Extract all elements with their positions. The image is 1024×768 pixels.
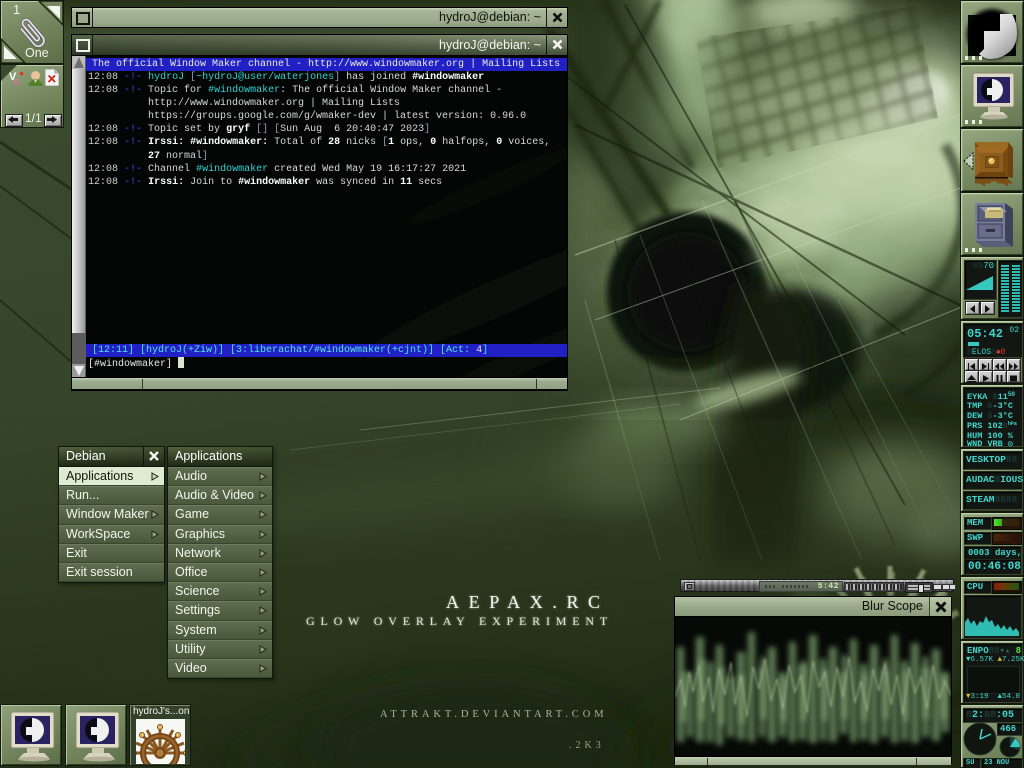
- svg-text:.2K3: .2K3: [569, 740, 605, 751]
- svg-text:c: c: [14, 76, 20, 86]
- svg-text:GLOW OVERLAY EXPERIMENT: GLOW OVERLAY EXPERIMENT: [306, 614, 613, 628]
- svg-text:AEPAX.RC: AEPAX.RC: [446, 592, 610, 612]
- svg-text:ATTRAKT.DEVIANTART.COM: ATTRAKT.DEVIANTART.COM: [380, 709, 607, 720]
